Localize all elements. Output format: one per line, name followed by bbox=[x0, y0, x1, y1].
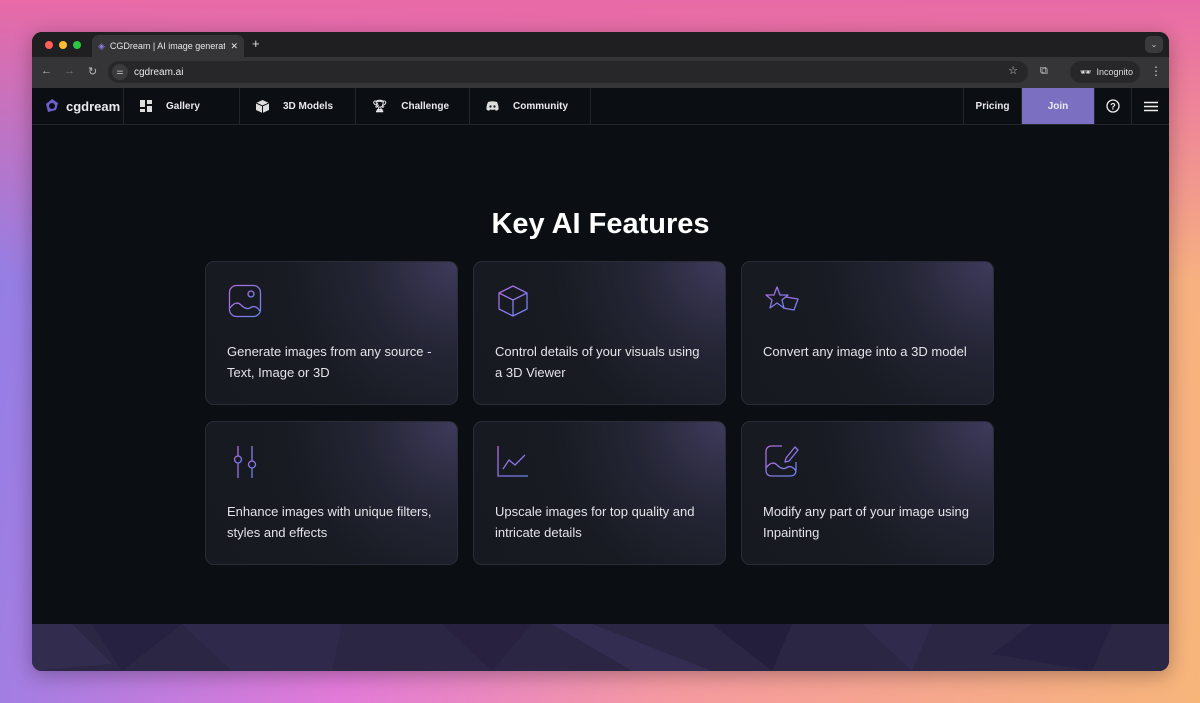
chart-line-icon bbox=[497, 446, 528, 477]
join-button[interactable]: Join bbox=[1022, 88, 1095, 124]
url-text: cgdream.ai bbox=[134, 66, 184, 78]
nav-challenge[interactable]: 🏆︎ Challenge bbox=[356, 88, 470, 124]
feature-text: Enhance images with unique filters, styl… bbox=[227, 504, 432, 540]
main-content: Key AI Features Generate images from any… bbox=[32, 125, 1169, 623]
address-bar[interactable]: ⚌ cgdream.ai ☆ bbox=[108, 61, 1028, 83]
reload-icon[interactable]: ↻ bbox=[88, 65, 97, 78]
features-grid: Generate images from any source - Text, … bbox=[205, 261, 994, 565]
trophy-icon: 🏆︎ bbox=[372, 99, 388, 113]
site-settings-icon[interactable]: ⚌ bbox=[112, 64, 128, 80]
grid-icon bbox=[140, 100, 152, 112]
page-title: Key AI Features bbox=[491, 208, 710, 240]
incognito-badge[interactable]: 🕶 Incognito bbox=[1070, 61, 1140, 83]
cube-icon bbox=[498, 285, 528, 317]
stars-icon bbox=[765, 286, 799, 311]
feature-card: Modify any part of your image using Inpa… bbox=[741, 421, 994, 565]
nav-spacer bbox=[591, 88, 964, 124]
bookmark-star-icon[interactable]: ☆ bbox=[1008, 64, 1018, 77]
tab-title: CGDream | AI image generator bbox=[109, 41, 226, 51]
cube-icon bbox=[256, 99, 269, 113]
extensions-icon[interactable]: ⧉ bbox=[1040, 65, 1048, 78]
pricing-link[interactable]: Pricing bbox=[964, 88, 1022, 124]
tab-bar: ◈ CGDream | AI image generator ✕ + ⌄ bbox=[32, 32, 1169, 57]
nav-label: Challenge bbox=[401, 100, 450, 112]
nav-gallery[interactable]: Gallery bbox=[124, 88, 240, 124]
feature-card: Upscale images for top quality and intri… bbox=[473, 421, 726, 565]
feature-card: Generate images from any source - Text, … bbox=[205, 261, 458, 405]
join-label: Join bbox=[1047, 100, 1069, 112]
logo-text: cgdream bbox=[66, 98, 121, 114]
menu-button[interactable] bbox=[1132, 88, 1169, 124]
polygon-pattern bbox=[32, 624, 1112, 671]
close-tab-icon[interactable]: ✕ bbox=[230, 41, 238, 52]
logo[interactable]: cgdream bbox=[32, 88, 124, 124]
nav-label: Gallery bbox=[166, 100, 200, 112]
nav-3d-models[interactable]: 3D Models bbox=[240, 88, 356, 124]
address-bar-row: ← → ↻ ⚌ cgdream.ai ☆ ⧉ 🕶 Incognito ⋮ bbox=[32, 57, 1169, 88]
help-icon: ? bbox=[1106, 99, 1120, 113]
incognito-icon: 🕶 bbox=[1080, 66, 1092, 77]
pricing-label: Pricing bbox=[975, 100, 1010, 112]
sliders-icon bbox=[233, 446, 257, 478]
feature-card: Convert any image into a 3D model bbox=[741, 261, 994, 405]
hamburger-icon bbox=[1143, 101, 1158, 111]
feature-text: Control details of your visuals using a … bbox=[495, 344, 700, 380]
site-nav: cgdream Gallery 3D Models 🏆︎ Challenge C… bbox=[32, 88, 1169, 125]
close-window-button[interactable] bbox=[45, 41, 53, 49]
incognito-label: Incognito bbox=[1096, 67, 1133, 77]
image-icon bbox=[228, 284, 262, 318]
favicon-icon: ◈ bbox=[98, 40, 105, 51]
minimize-window-button[interactable] bbox=[59, 41, 67, 49]
maximize-window-button[interactable] bbox=[73, 41, 81, 49]
feature-text: Convert any image into a 3D model bbox=[763, 344, 967, 359]
feature-card: Enhance images with unique filters, styl… bbox=[205, 421, 458, 565]
forward-icon[interactable]: → bbox=[64, 65, 75, 77]
browser-window: ◈ CGDream | AI image generator ✕ + ⌄ ← →… bbox=[32, 32, 1169, 671]
logo-icon bbox=[46, 99, 58, 112]
nav-label: Community bbox=[513, 100, 568, 112]
svg-text:?: ? bbox=[1110, 102, 1116, 112]
browser-tab[interactable]: ◈ CGDream | AI image generator ✕ bbox=[92, 35, 244, 57]
discord-icon bbox=[486, 101, 499, 111]
feature-card: Control details of your visuals using a … bbox=[473, 261, 726, 405]
nav-label: 3D Models bbox=[283, 100, 334, 112]
nav-community[interactable]: Community bbox=[470, 88, 591, 124]
tab-search-button[interactable]: ⌄ bbox=[1145, 36, 1163, 53]
feature-text: Generate images from any source - Text, … bbox=[227, 344, 432, 380]
feature-text: Modify any part of your image using Inpa… bbox=[763, 504, 969, 540]
image-edit-icon bbox=[765, 445, 799, 477]
back-icon[interactable]: ← bbox=[41, 65, 52, 77]
new-tab-button[interactable]: + bbox=[252, 36, 260, 51]
footer-pattern bbox=[32, 624, 1169, 671]
feature-text: Upscale images for top quality and intri… bbox=[495, 504, 695, 540]
browser-menu-icon[interactable]: ⋮ bbox=[1150, 64, 1162, 78]
help-button[interactable]: ? bbox=[1095, 88, 1132, 124]
